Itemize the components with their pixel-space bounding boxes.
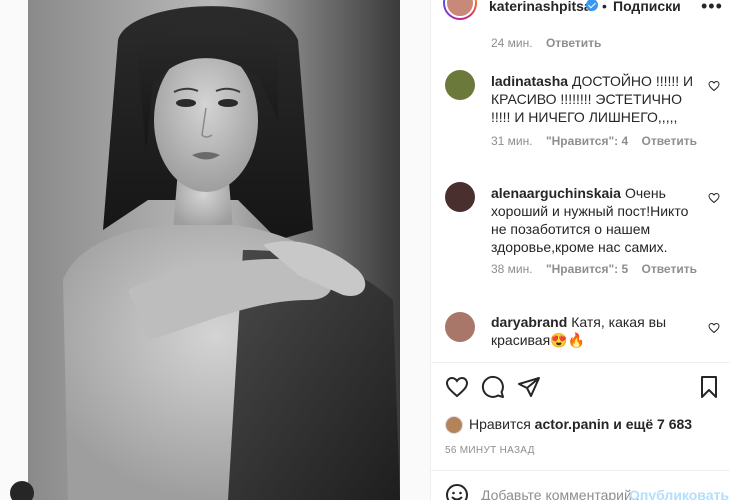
commenter-avatar[interactable]	[445, 312, 475, 342]
commenter-username[interactable]: daryabrand	[491, 314, 567, 330]
add-comment-bar: Опубликовать	[431, 472, 730, 500]
comment-text: daryabrand Катя, какая вы красивая😍🔥	[491, 313, 696, 349]
post-side-panel: katerinashpitsa • Подписки ••• 24 мин. О…	[430, 0, 730, 500]
add-comment-divider	[431, 470, 730, 471]
bookmark-icon[interactable]	[697, 375, 721, 399]
comment-time: 38 мин.	[491, 262, 533, 276]
comment-likes[interactable]: "Нравится": 5	[546, 262, 628, 276]
comment-time: 24 мин.	[491, 36, 533, 50]
likes-summary: Нравится actor.panin и ещё 7 683	[445, 416, 692, 435]
verified-badge-icon	[586, 0, 598, 11]
comment-icon[interactable]	[481, 375, 505, 399]
commenter-avatar[interactable]	[445, 182, 475, 212]
actions-divider	[431, 362, 730, 363]
likes-count[interactable]: и ещё 7 683	[613, 416, 692, 432]
more-icon[interactable]: •••	[701, 0, 723, 17]
comment-heart-icon[interactable]	[708, 192, 720, 204]
paper-plane-icon[interactable]	[517, 375, 541, 399]
viewer-avatar[interactable]	[10, 481, 34, 500]
post-timestamp[interactable]: 56 МИНУТ НАЗАД	[445, 445, 535, 456]
commenter-username[interactable]: ladinatasha	[491, 73, 568, 89]
author-avatar[interactable]	[443, 0, 477, 20]
emoji-icon[interactable]	[445, 483, 469, 500]
comment-meta: 38 мин. "Нравится": 5 Ответить	[491, 262, 697, 276]
comment-text: alenaarguchinskaia Очень хороший и нужный…	[491, 184, 696, 256]
photo-illustration	[28, 0, 400, 500]
commenter-username[interactable]: alenaarguchinskaia	[491, 185, 621, 201]
liker-username[interactable]: actor.panin	[535, 416, 610, 432]
reply-button[interactable]: Ответить	[642, 262, 697, 276]
comment-heart-icon[interactable]	[708, 322, 720, 334]
heart-icon[interactable]	[445, 375, 469, 399]
post-photo[interactable]	[28, 0, 400, 500]
author-username[interactable]: katerinashpitsa	[489, 0, 592, 14]
post-header: katerinashpitsa • Подписки •••	[431, 0, 730, 20]
comment-input[interactable]	[481, 486, 641, 500]
reply-button[interactable]: Ответить	[642, 134, 697, 148]
comment-meta: 24 мин. Ответить	[491, 36, 601, 50]
publish-button[interactable]: Опубликовать	[629, 487, 729, 500]
header-dot-separator: •	[602, 0, 607, 14]
liker-avatar[interactable]	[445, 416, 463, 435]
commenter-avatar[interactable]	[445, 70, 475, 100]
comments-list[interactable]: 24 мин. Ответить ladinatasha ДОСТОЙНО !!!…	[431, 20, 730, 362]
reply-button[interactable]: Ответить	[546, 36, 601, 50]
comment-heart-icon[interactable]	[708, 80, 720, 92]
comment-meta: 31 мин. "Нравится": 4 Ответить	[491, 134, 697, 148]
likes-prefix: Нравится	[469, 416, 531, 432]
comment-text: ladinatasha ДОСТОЙНО !!!!!! И КРАСИВО !!!…	[491, 72, 696, 126]
post-photo-area	[0, 0, 430, 500]
post-actions	[431, 375, 730, 405]
following-button[interactable]: Подписки	[613, 0, 681, 14]
comment-likes[interactable]: "Нравится": 4	[546, 134, 628, 148]
comment-time: 31 мин.	[491, 134, 533, 148]
